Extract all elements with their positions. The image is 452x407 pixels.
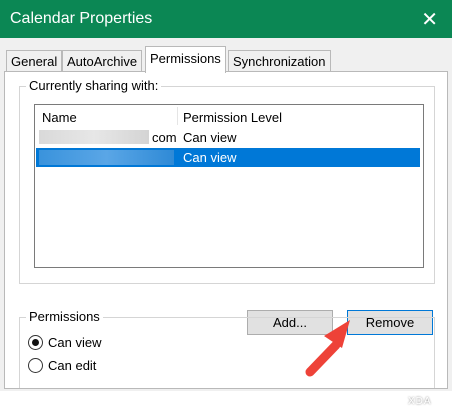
radio-dot-icon (32, 339, 39, 346)
window-title: Calendar Properties (10, 10, 153, 27)
tab-label: Synchronization (233, 54, 326, 69)
tab-label: AutoArchive (67, 54, 138, 69)
tab-label: General (11, 54, 58, 69)
title-bar: Calendar Properties ✕ (0, 0, 452, 38)
list-item[interactable]: com Can view (36, 128, 420, 147)
radio-label: Can edit (48, 358, 97, 373)
tab-permissions[interactable]: Permissions (145, 46, 226, 73)
permissions-group-label: Permissions (26, 309, 103, 324)
tab-label: Permissions (150, 51, 221, 66)
column-header-name[interactable]: Name (42, 110, 77, 125)
permission-cell: Can view (183, 130, 237, 145)
tab-synchronization[interactable]: Synchronization (228, 50, 331, 72)
sharing-group-label: Currently sharing with: (26, 78, 162, 93)
dialog-body: General AutoArchive Permissions Synchron… (0, 38, 452, 407)
redacted-email (39, 130, 149, 144)
radio-button[interactable] (28, 358, 43, 373)
column-header-permission-level[interactable]: Permission Level (183, 110, 282, 125)
radio-button-checked[interactable] (28, 335, 43, 350)
name-cell: com (152, 130, 177, 145)
tab-autoarchive[interactable]: AutoArchive (62, 50, 143, 72)
list-item[interactable]: Can view (36, 148, 420, 167)
sharing-group: Currently sharing with: Name Permission … (19, 78, 435, 284)
close-icon[interactable]: ✕ (421, 7, 438, 32)
permissions-panel: Currently sharing with: Name Permission … (4, 71, 448, 389)
arrow-shape (305, 320, 350, 377)
column-divider[interactable] (177, 107, 178, 125)
annotation-arrow-icon (305, 320, 350, 377)
sharing-list[interactable]: Name Permission Level com Can view Can v… (34, 104, 424, 268)
redacted-email (39, 150, 174, 165)
tab-general[interactable]: General (6, 50, 63, 72)
permissions-group: Permissions Can view Can edit (19, 309, 435, 388)
watermark-logo: XDA (408, 396, 432, 407)
permission-cell: Can view (183, 150, 237, 165)
radio-label: Can view (48, 335, 102, 350)
